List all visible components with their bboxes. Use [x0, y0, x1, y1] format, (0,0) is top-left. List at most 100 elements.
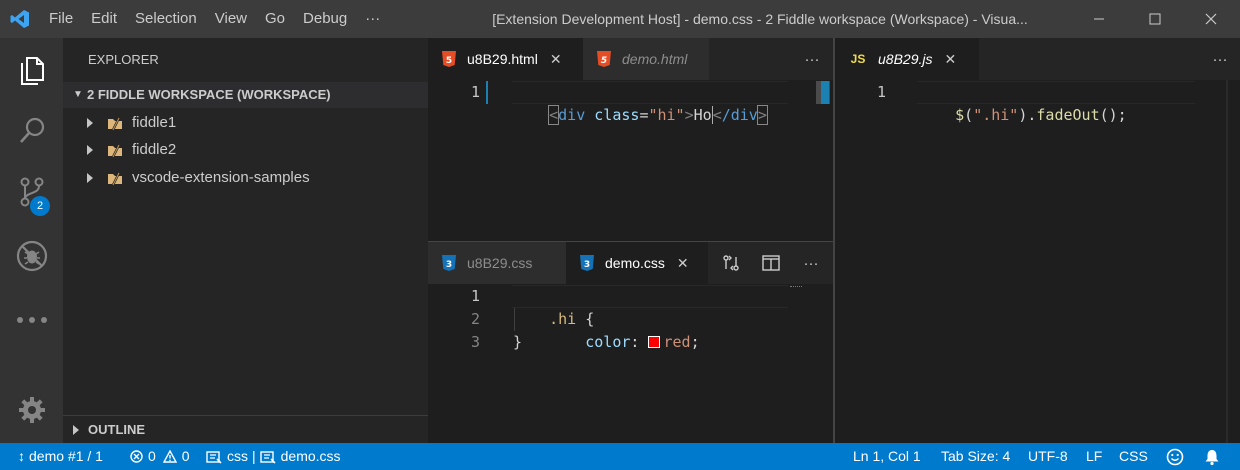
code-line[interactable]: <div class="hi">Ho</div>	[513, 81, 768, 125]
tab-size-status[interactable]: Tab Size: 4	[941, 443, 1010, 470]
menu-view[interactable]: View	[206, 0, 256, 38]
manage-button[interactable]	[0, 380, 63, 440]
activity-bar: 2	[0, 38, 63, 443]
minimize-button[interactable]	[1076, 0, 1122, 38]
vscode-logo-icon[interactable]	[0, 0, 40, 38]
workspace-header[interactable]: ▼ 2 FIDDLE WORKSPACE (WORKSPACE)	[63, 82, 428, 108]
menu-go[interactable]: Go	[256, 0, 294, 38]
close-tab-icon[interactable]: ✕	[677, 255, 689, 272]
eol-status[interactable]: LF	[1086, 443, 1102, 470]
language-mode-status[interactable]: CSS	[1119, 443, 1148, 470]
source-control-button[interactable]	[0, 162, 63, 222]
files-icon	[20, 57, 44, 85]
line-number: 1	[470, 83, 480, 101]
close-window-button[interactable]	[1188, 0, 1234, 38]
svg-text:3: 3	[446, 260, 452, 270]
sync-branch-status[interactable]: ↕ demo #1 / 1	[18, 443, 103, 470]
file-code-icon	[206, 450, 222, 464]
branch-label: demo #1 / 1	[29, 448, 103, 464]
code-line[interactable]: $(".hi").fadeOut();	[919, 81, 1127, 124]
menu-file[interactable]: File	[40, 0, 82, 38]
css3-file-icon: 3	[440, 254, 458, 272]
workspace-label: 2 FIDDLE WORKSPACE (WORKSPACE)	[87, 87, 331, 102]
code-line[interactable]: .hi {	[513, 285, 594, 328]
chevron-right-icon	[87, 118, 93, 128]
maximize-button[interactable]	[1132, 0, 1178, 38]
explorer-button[interactable]	[0, 40, 63, 100]
more-views-button[interactable]	[0, 290, 63, 350]
tab-u8b29-html[interactable]: 5 u8B29.html ✕	[428, 38, 583, 80]
code-line[interactable]: color: red;	[513, 308, 699, 351]
compare-changes-icon[interactable]	[711, 242, 751, 284]
split-editor-icon[interactable]	[751, 242, 791, 284]
vertical-scrollbar[interactable]	[1226, 80, 1228, 443]
folder-label: fiddle1	[132, 114, 177, 131]
more-actions-icon[interactable]: ···	[792, 38, 832, 80]
line-number: 1	[470, 287, 480, 305]
warning-icon	[162, 450, 177, 463]
close-tab-icon[interactable]: ✕	[550, 51, 562, 68]
title-bar: File Edit Selection View Go Debug ··· [E…	[0, 0, 1240, 38]
tab-actions: ···	[711, 242, 831, 284]
outline-label: OUTLINE	[88, 422, 146, 437]
bell-icon	[1205, 449, 1219, 465]
lang-path-label: css	[227, 448, 248, 464]
tab-actions: ···	[792, 38, 832, 80]
html5-file-icon: 5	[440, 50, 458, 68]
menu-debug[interactable]: Debug	[294, 0, 356, 38]
search-icon	[19, 117, 44, 143]
line-number: 2	[470, 310, 480, 328]
tab-label: u8B29.js	[878, 51, 933, 67]
tree-item-fiddle1[interactable]: fiddle1	[63, 110, 428, 136]
debug-icon	[16, 240, 47, 272]
editor-group-css: 3 u8B29.css 3 demo.css ✕ ··· 1 2 3 .hi {	[428, 241, 833, 443]
menu-selection[interactable]: Selection	[126, 0, 206, 38]
debug-button[interactable]	[0, 226, 63, 286]
menu-edit[interactable]: Edit	[82, 0, 126, 38]
more-actions-icon[interactable]: ···	[791, 242, 831, 284]
problems-status[interactable]: 0 0	[130, 443, 190, 470]
js-file-icon: JS	[850, 52, 866, 66]
encoding-status[interactable]: UTF-8	[1028, 443, 1068, 470]
outline-section-header[interactable]: OUTLINE	[63, 415, 428, 443]
notifications-button[interactable]	[1204, 443, 1220, 470]
scm-badge: 2	[30, 196, 50, 216]
code-line[interactable]: }	[513, 331, 522, 354]
minimap-marker	[790, 286, 802, 288]
tree-item-fiddle2[interactable]: fiddle2	[63, 137, 428, 163]
chevron-right-icon	[87, 145, 93, 155]
overview-ruler-marker	[821, 81, 829, 104]
editor-group-html: 5 u8B29.html ✕ 5 demo.html ··· 1 <div cl…	[428, 38, 833, 241]
tab-bar: 5 u8B29.html ✕ 5 demo.html ···	[428, 38, 833, 80]
tab-demo-css[interactable]: 3 demo.css ✕	[566, 242, 708, 284]
dirty-diff-marker	[486, 81, 488, 104]
color-swatch[interactable]	[648, 336, 661, 348]
feedback-button[interactable]	[1166, 443, 1184, 470]
search-button[interactable]	[0, 101, 63, 161]
tab-actions: ···	[1200, 38, 1240, 80]
menu-bar: File Edit Selection View Go Debug ···	[40, 0, 389, 38]
file-path-status[interactable]: css | demo.css	[206, 443, 341, 470]
chevron-right-icon	[87, 173, 93, 183]
folder-label: vscode-extension-samples	[132, 169, 310, 186]
chevron-right-icon	[73, 425, 79, 435]
close-tab-icon[interactable]: ✕	[944, 51, 956, 68]
status-bar: ↕ demo #1 / 1 0 0 css | demo.css Ln 1, C…	[0, 443, 1240, 470]
tab-label: u8B29.css	[467, 255, 533, 271]
more-actions-icon[interactable]: ···	[1200, 38, 1240, 80]
tab-u8b29-css[interactable]: 3 u8B29.css	[428, 242, 566, 284]
window-title: [Extension Development Host] - demo.css …	[492, 11, 1028, 27]
tab-label: demo.css	[605, 255, 665, 271]
tab-demo-html[interactable]: 5 demo.html	[583, 38, 709, 80]
tree-item-vscode-extension-samples[interactable]: vscode-extension-samples	[63, 165, 428, 191]
explorer-sidebar: EXPLORER ▼ 2 FIDDLE WORKSPACE (WORKSPACE…	[63, 38, 428, 443]
file-code-icon	[259, 450, 276, 464]
chevron-down-icon: ▼	[73, 89, 83, 100]
tab-u8b29-js[interactable]: JS u8B29.js ✕	[835, 38, 979, 80]
smiley-icon	[1166, 448, 1184, 465]
folder-icon	[108, 172, 122, 186]
file-label: demo.css	[280, 448, 341, 464]
warning-count: 0	[181, 448, 190, 464]
menu-more[interactable]: ···	[356, 0, 389, 38]
cursor-position[interactable]: Ln 1, Col 1	[853, 443, 921, 470]
